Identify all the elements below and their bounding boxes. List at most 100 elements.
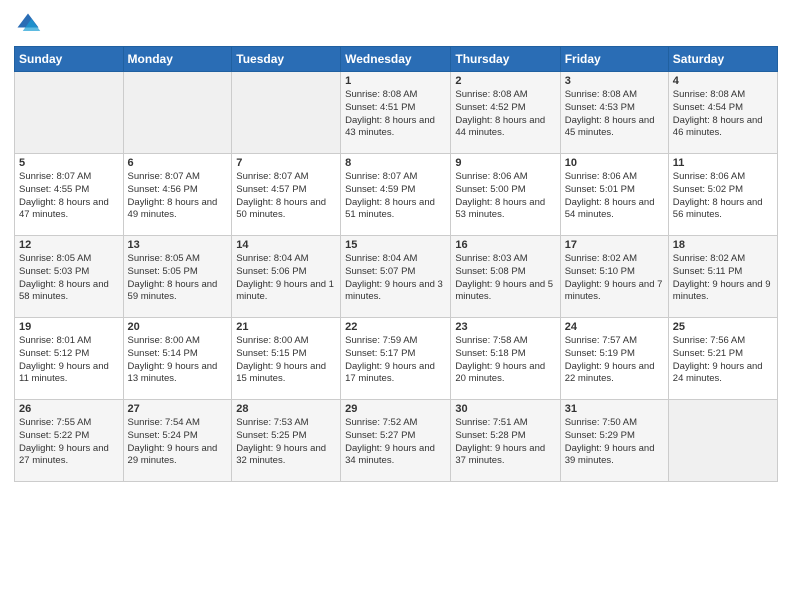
day-cell: 14 Sunrise: 8:04 AM Sunset: 5:06 PM Dayli… — [232, 236, 341, 318]
day-info: Sunrise: 8:05 AM Sunset: 5:03 PM Dayligh… — [19, 253, 119, 304]
day-info: Sunrise: 8:08 AM Sunset: 4:52 PM Dayligh… — [455, 89, 555, 140]
day-number: 3 — [565, 75, 664, 87]
day-cell: 31 Sunrise: 7:50 AM Sunset: 5:29 PM Dayli… — [560, 400, 668, 482]
day-number: 18 — [673, 239, 773, 251]
day-info: Sunrise: 8:02 AM Sunset: 5:11 PM Dayligh… — [673, 253, 773, 304]
day-number: 15 — [345, 239, 446, 251]
day-number: 11 — [673, 157, 773, 169]
day-info: Sunrise: 7:50 AM Sunset: 5:29 PM Dayligh… — [565, 417, 664, 468]
day-number: 14 — [236, 239, 336, 251]
calendar-table: SundayMondayTuesdayWednesdayThursdayFrid… — [14, 46, 778, 482]
weekday-header-friday: Friday — [560, 47, 668, 72]
day-number: 7 — [236, 157, 336, 169]
day-info: Sunrise: 7:56 AM Sunset: 5:21 PM Dayligh… — [673, 335, 773, 386]
day-cell: 30 Sunrise: 7:51 AM Sunset: 5:28 PM Dayli… — [451, 400, 560, 482]
day-cell: 20 Sunrise: 8:00 AM Sunset: 5:14 PM Dayli… — [123, 318, 232, 400]
day-cell: 2 Sunrise: 8:08 AM Sunset: 4:52 PM Daylig… — [451, 72, 560, 154]
day-number: 25 — [673, 321, 773, 333]
day-number: 24 — [565, 321, 664, 333]
day-info: Sunrise: 8:08 AM Sunset: 4:53 PM Dayligh… — [565, 89, 664, 140]
day-number: 2 — [455, 75, 555, 87]
day-cell: 5 Sunrise: 8:07 AM Sunset: 4:55 PM Daylig… — [15, 154, 124, 236]
day-cell — [123, 72, 232, 154]
day-info: Sunrise: 8:00 AM Sunset: 5:15 PM Dayligh… — [236, 335, 336, 386]
day-number: 10 — [565, 157, 664, 169]
day-cell: 7 Sunrise: 8:07 AM Sunset: 4:57 PM Daylig… — [232, 154, 341, 236]
day-cell: 26 Sunrise: 7:55 AM Sunset: 5:22 PM Dayli… — [15, 400, 124, 482]
day-cell: 18 Sunrise: 8:02 AM Sunset: 5:11 PM Dayli… — [668, 236, 777, 318]
day-number: 12 — [19, 239, 119, 251]
day-info: Sunrise: 8:07 AM Sunset: 4:55 PM Dayligh… — [19, 171, 119, 222]
day-number: 22 — [345, 321, 446, 333]
logo — [14, 10, 46, 38]
day-cell: 25 Sunrise: 7:56 AM Sunset: 5:21 PM Dayli… — [668, 318, 777, 400]
day-cell: 27Sunrise: 7:54 AM Sunset: 5:24 PM Dayli… — [123, 400, 232, 482]
day-cell: 17Sunrise: 8:02 AM Sunset: 5:10 PM Dayli… — [560, 236, 668, 318]
day-number: 5 — [19, 157, 119, 169]
week-row-5: 26 Sunrise: 7:55 AM Sunset: 5:22 PM Dayli… — [15, 400, 778, 482]
day-number: 8 — [345, 157, 446, 169]
weekday-header-tuesday: Tuesday — [232, 47, 341, 72]
day-cell: 24Sunrise: 7:57 AM Sunset: 5:19 PM Dayli… — [560, 318, 668, 400]
day-info: Sunrise: 8:07 AM Sunset: 4:56 PM Dayligh… — [128, 171, 228, 222]
weekday-header-monday: Monday — [123, 47, 232, 72]
day-cell — [15, 72, 124, 154]
day-cell: 1Sunrise: 8:08 AM Sunset: 4:51 PM Daylig… — [341, 72, 451, 154]
day-cell: 13 Sunrise: 8:05 AM Sunset: 5:05 PM Dayli… — [123, 236, 232, 318]
day-info: Sunrise: 7:52 AM Sunset: 5:27 PM Dayligh… — [345, 417, 446, 468]
day-info: Sunrise: 8:04 AM Sunset: 5:06 PM Dayligh… — [236, 253, 336, 304]
week-row-2: 5 Sunrise: 8:07 AM Sunset: 4:55 PM Daylig… — [15, 154, 778, 236]
day-info: Sunrise: 7:53 AM Sunset: 5:25 PM Dayligh… — [236, 417, 336, 468]
day-info: Sunrise: 7:55 AM Sunset: 5:22 PM Dayligh… — [19, 417, 119, 468]
day-info: Sunrise: 8:00 AM Sunset: 5:14 PM Dayligh… — [128, 335, 228, 386]
day-cell: 12 Sunrise: 8:05 AM Sunset: 5:03 PM Dayli… — [15, 236, 124, 318]
day-cell: 3 Sunrise: 8:08 AM Sunset: 4:53 PM Daylig… — [560, 72, 668, 154]
day-info: Sunrise: 7:51 AM Sunset: 5:28 PM Dayligh… — [455, 417, 555, 468]
day-cell: 28Sunrise: 7:53 AM Sunset: 5:25 PM Dayli… — [232, 400, 341, 482]
day-cell: 23 Sunrise: 7:58 AM Sunset: 5:18 PM Dayli… — [451, 318, 560, 400]
day-cell: 16 Sunrise: 8:03 AM Sunset: 5:08 PM Dayli… — [451, 236, 560, 318]
weekday-header-wednesday: Wednesday — [341, 47, 451, 72]
day-cell — [232, 72, 341, 154]
weekday-header-row: SundayMondayTuesdayWednesdayThursdayFrid… — [15, 47, 778, 72]
day-info: Sunrise: 8:08 AM Sunset: 4:54 PM Dayligh… — [673, 89, 773, 140]
day-info: Sunrise: 8:06 AM Sunset: 5:02 PM Dayligh… — [673, 171, 773, 222]
day-info: Sunrise: 8:05 AM Sunset: 5:05 PM Dayligh… — [128, 253, 228, 304]
day-number: 20 — [128, 321, 228, 333]
weekday-header-saturday: Saturday — [668, 47, 777, 72]
day-number: 27 — [128, 403, 228, 415]
day-info: Sunrise: 8:07 AM Sunset: 4:59 PM Dayligh… — [345, 171, 446, 222]
day-number: 13 — [128, 239, 228, 251]
day-cell: 9 Sunrise: 8:06 AM Sunset: 5:00 PM Daylig… — [451, 154, 560, 236]
header — [14, 10, 778, 38]
day-info: Sunrise: 8:01 AM Sunset: 5:12 PM Dayligh… — [19, 335, 119, 386]
day-cell: 21 Sunrise: 8:00 AM Sunset: 5:15 PM Dayli… — [232, 318, 341, 400]
week-row-1: 1Sunrise: 8:08 AM Sunset: 4:51 PM Daylig… — [15, 72, 778, 154]
day-cell: 4 Sunrise: 8:08 AM Sunset: 4:54 PM Daylig… — [668, 72, 777, 154]
day-cell: 15Sunrise: 8:04 AM Sunset: 5:07 PM Dayli… — [341, 236, 451, 318]
week-row-3: 12 Sunrise: 8:05 AM Sunset: 5:03 PM Dayli… — [15, 236, 778, 318]
day-cell: 29 Sunrise: 7:52 AM Sunset: 5:27 PM Dayli… — [341, 400, 451, 482]
day-info: Sunrise: 8:06 AM Sunset: 5:00 PM Dayligh… — [455, 171, 555, 222]
day-info: Sunrise: 8:06 AM Sunset: 5:01 PM Dayligh… — [565, 171, 664, 222]
day-number: 30 — [455, 403, 555, 415]
day-number: 16 — [455, 239, 555, 251]
day-cell: 10 Sunrise: 8:06 AM Sunset: 5:01 PM Dayli… — [560, 154, 668, 236]
week-row-4: 19Sunrise: 8:01 AM Sunset: 5:12 PM Dayli… — [15, 318, 778, 400]
weekday-header-sunday: Sunday — [15, 47, 124, 72]
day-info: Sunrise: 8:03 AM Sunset: 5:08 PM Dayligh… — [455, 253, 555, 304]
day-number: 6 — [128, 157, 228, 169]
day-number: 23 — [455, 321, 555, 333]
day-info: Sunrise: 7:58 AM Sunset: 5:18 PM Dayligh… — [455, 335, 555, 386]
day-cell: 22Sunrise: 7:59 AM Sunset: 5:17 PM Dayli… — [341, 318, 451, 400]
day-number: 17 — [565, 239, 664, 251]
day-cell: 6 Sunrise: 8:07 AM Sunset: 4:56 PM Daylig… — [123, 154, 232, 236]
day-info: Sunrise: 8:07 AM Sunset: 4:57 PM Dayligh… — [236, 171, 336, 222]
day-number: 9 — [455, 157, 555, 169]
day-number: 26 — [19, 403, 119, 415]
day-number: 31 — [565, 403, 664, 415]
day-number: 21 — [236, 321, 336, 333]
day-number: 4 — [673, 75, 773, 87]
day-cell: 19Sunrise: 8:01 AM Sunset: 5:12 PM Dayli… — [15, 318, 124, 400]
day-number: 29 — [345, 403, 446, 415]
